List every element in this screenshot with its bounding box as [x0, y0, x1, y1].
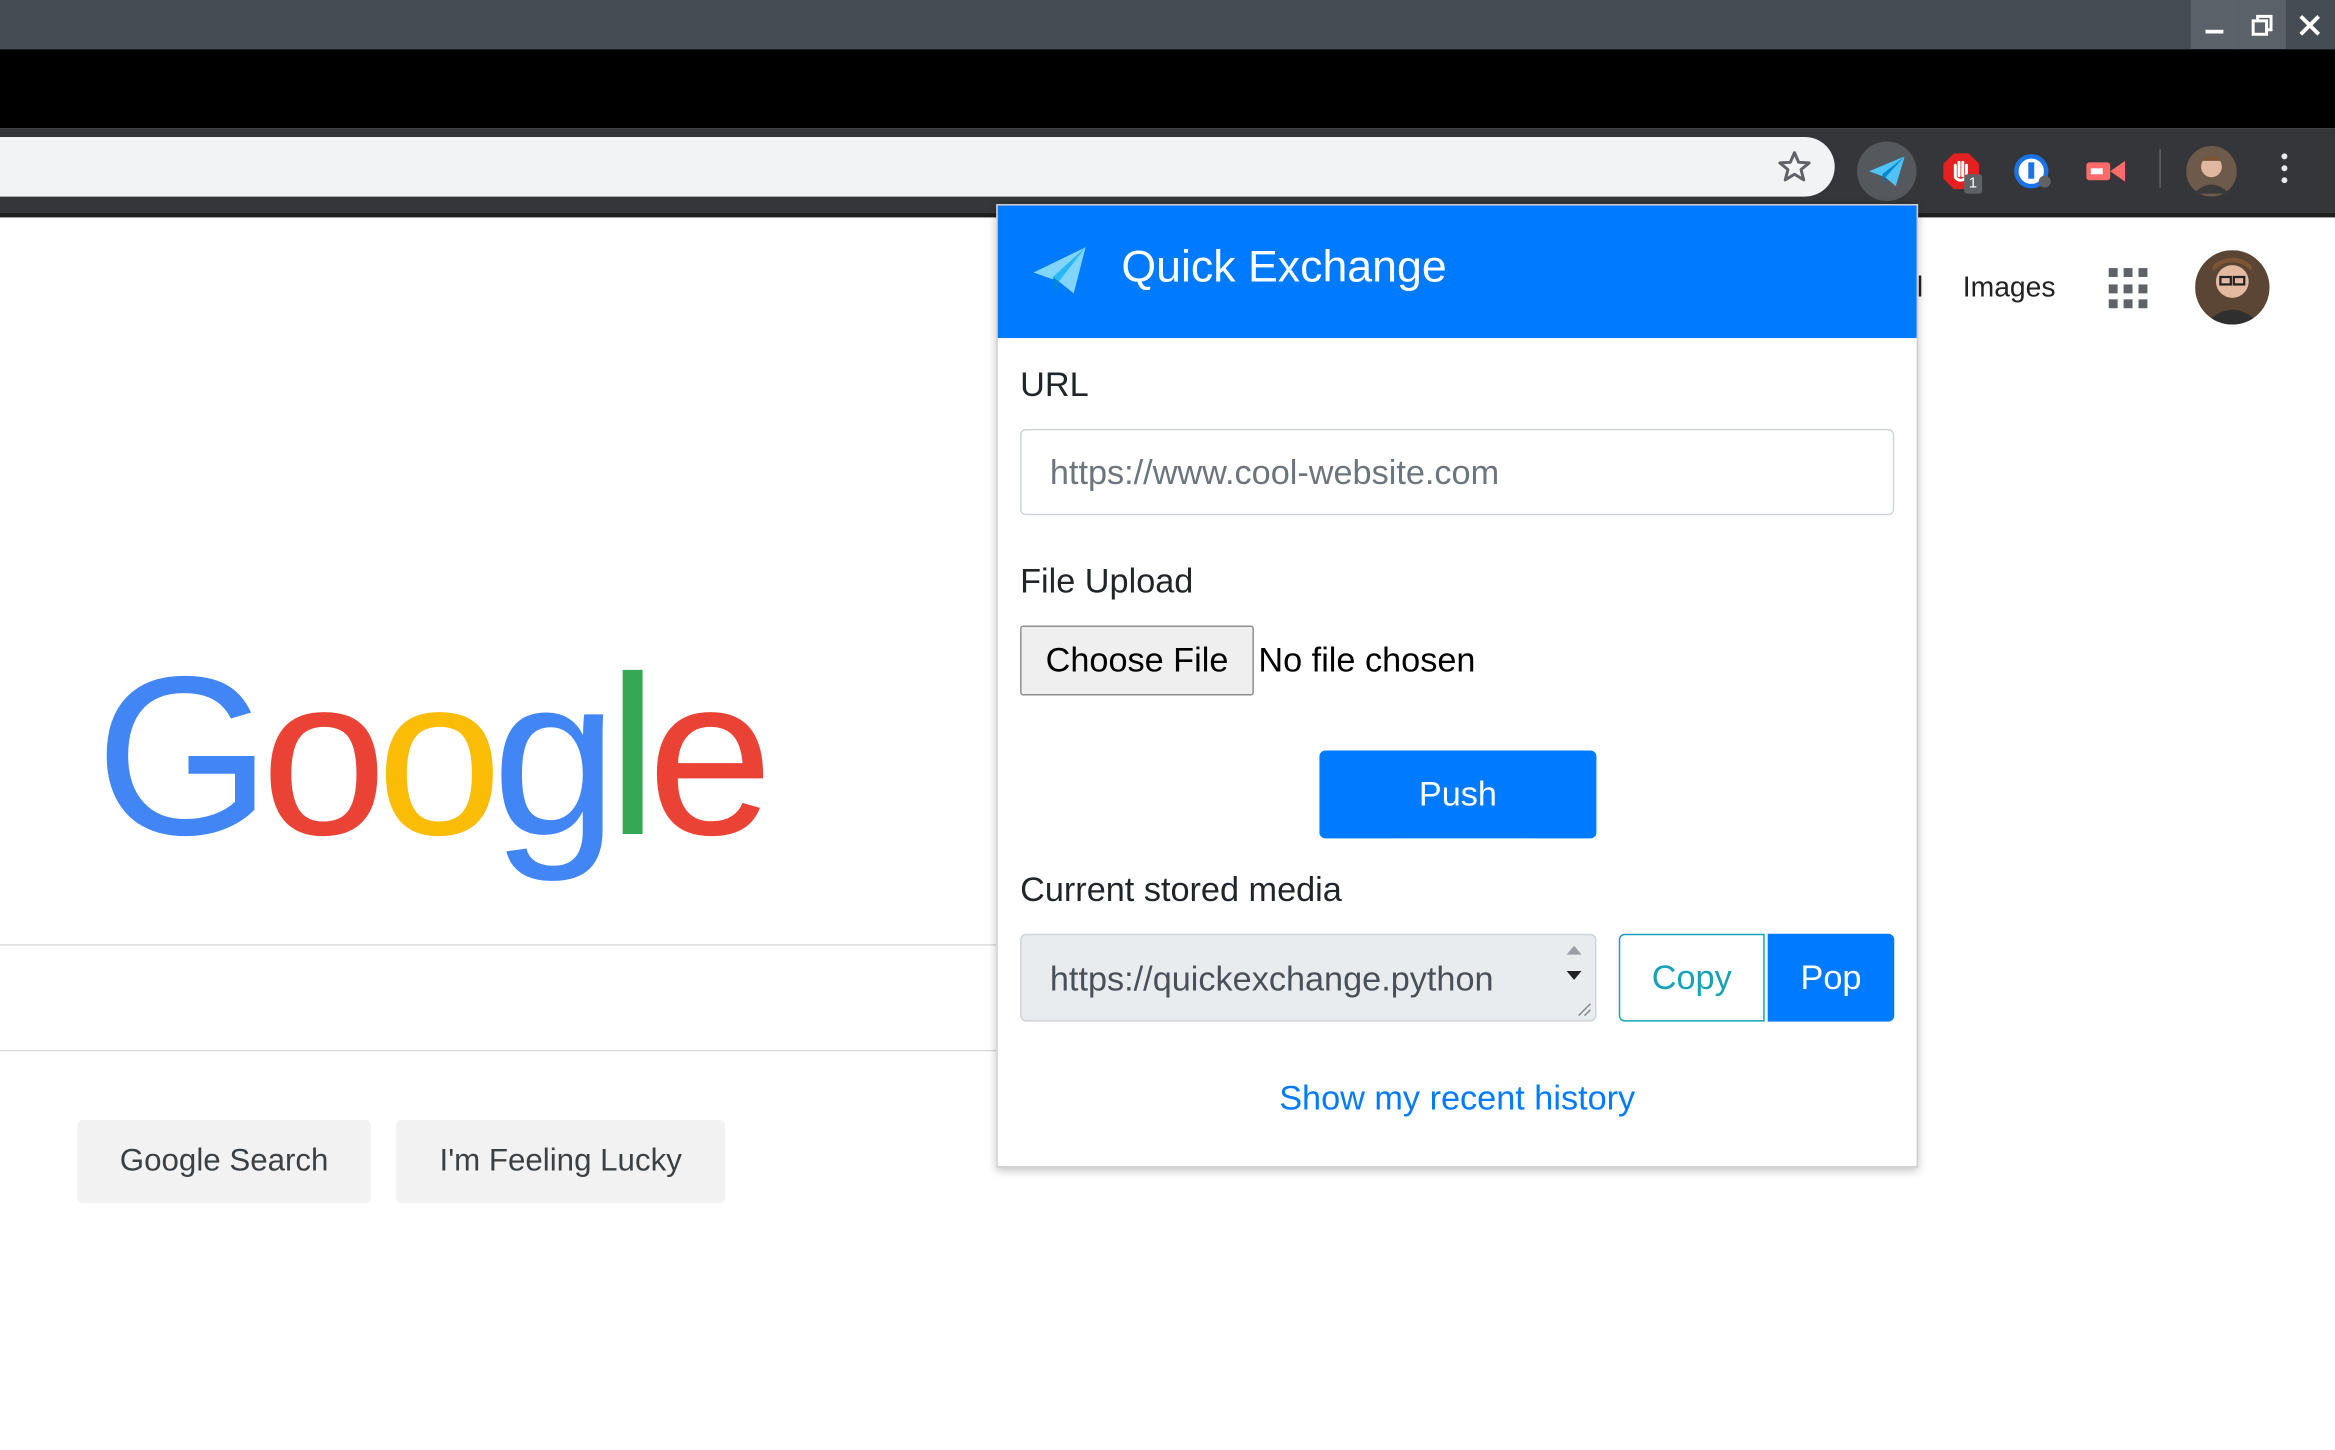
resize-handle-icon[interactable] — [1574, 999, 1592, 1017]
quick-exchange-popup: Quick Exchange URL File Upload Choose Fi… — [996, 204, 1919, 1168]
chrome-menu-button[interactable] — [2267, 146, 2303, 191]
tab-strip — [0, 49, 2335, 129]
logo-letter: l — [607, 629, 657, 884]
close-button[interactable] — [2286, 0, 2334, 49]
adblock-badge: 1 — [1964, 174, 1982, 194]
star-icon — [1778, 151, 1811, 182]
kebab-menu-icon — [2281, 153, 2288, 160]
logo-letter: o — [260, 629, 387, 884]
search-box-top-border — [0, 944, 998, 946]
google-apps-icon[interactable] — [2108, 268, 2151, 310]
close-icon — [2299, 14, 2321, 35]
copy-button[interactable]: Copy — [1618, 933, 1765, 1022]
title-bar — [0, 0, 2335, 50]
file-status-text: No file chosen — [1258, 640, 1476, 680]
logo-letter: G — [95, 629, 271, 884]
choose-file-button[interactable]: Choose File — [1020, 625, 1254, 696]
video-recorder-icon — [2086, 160, 2126, 182]
url-input[interactable] — [1020, 428, 1895, 516]
push-button[interactable]: Push — [1319, 750, 1597, 839]
logo-letter: o — [376, 629, 502, 884]
url-label: URL — [1020, 364, 1089, 404]
logo-letter: g — [491, 629, 618, 884]
stored-media-textarea[interactable]: https://quickexchange.python — [1020, 933, 1597, 1022]
search-box-bottom-border[interactable] — [0, 1049, 998, 1052]
images-link[interactable]: Images — [1963, 273, 2056, 306]
screen: 1 il Images Google Google Search I'm Fee… — [0, 0, 2335, 1450]
google-search-button[interactable]: Google Search — [77, 1119, 371, 1204]
profile-photo-icon — [2195, 250, 2270, 325]
browser-toolbar: 1 — [0, 128, 2335, 213]
password-manager-icon — [2014, 154, 2051, 189]
popup-header: Quick Exchange — [997, 205, 1917, 339]
restore-button[interactable] — [2238, 0, 2286, 50]
recent-history-link[interactable]: Show my recent history — [998, 1078, 1917, 1118]
toolbar-separator — [2159, 148, 2161, 188]
minimize-icon — [2205, 29, 2224, 33]
paper-plane-icon — [1033, 247, 1086, 294]
bookmark-star-button[interactable] — [1774, 149, 1816, 185]
logo-letter: e — [647, 629, 773, 884]
profile-button[interactable] — [2182, 141, 2242, 201]
video-recorder-extension-button[interactable] — [2076, 141, 2136, 201]
password-manager-extension-button[interactable] — [2003, 141, 2063, 201]
quick-exchange-extension-button[interactable] — [1857, 141, 1917, 202]
textarea-scroll-arrows-icon[interactable] — [1558, 938, 1591, 992]
stored-media-label: Current stored media — [1020, 869, 1342, 909]
paper-plane-icon — [1868, 156, 1905, 187]
pop-button[interactable]: Pop — [1767, 933, 1895, 1022]
restore-icon — [2251, 14, 2273, 35]
address-bar[interactable] — [0, 137, 1835, 197]
adblock-extension-button[interactable]: 1 — [1931, 141, 1991, 201]
google-logo: Google — [95, 629, 773, 884]
popup-title: Quick Exchange — [1121, 242, 1447, 292]
stored-media-value: https://quickexchange.python — [1049, 959, 1494, 998]
file-upload-label: File Upload — [1020, 561, 1194, 601]
feeling-lucky-button[interactable]: I'm Feeling Lucky — [396, 1119, 726, 1204]
account-avatar[interactable] — [2195, 250, 2270, 325]
minimize-button[interactable] — [2190, 0, 2239, 50]
profile-avatar-icon — [2186, 145, 2237, 197]
